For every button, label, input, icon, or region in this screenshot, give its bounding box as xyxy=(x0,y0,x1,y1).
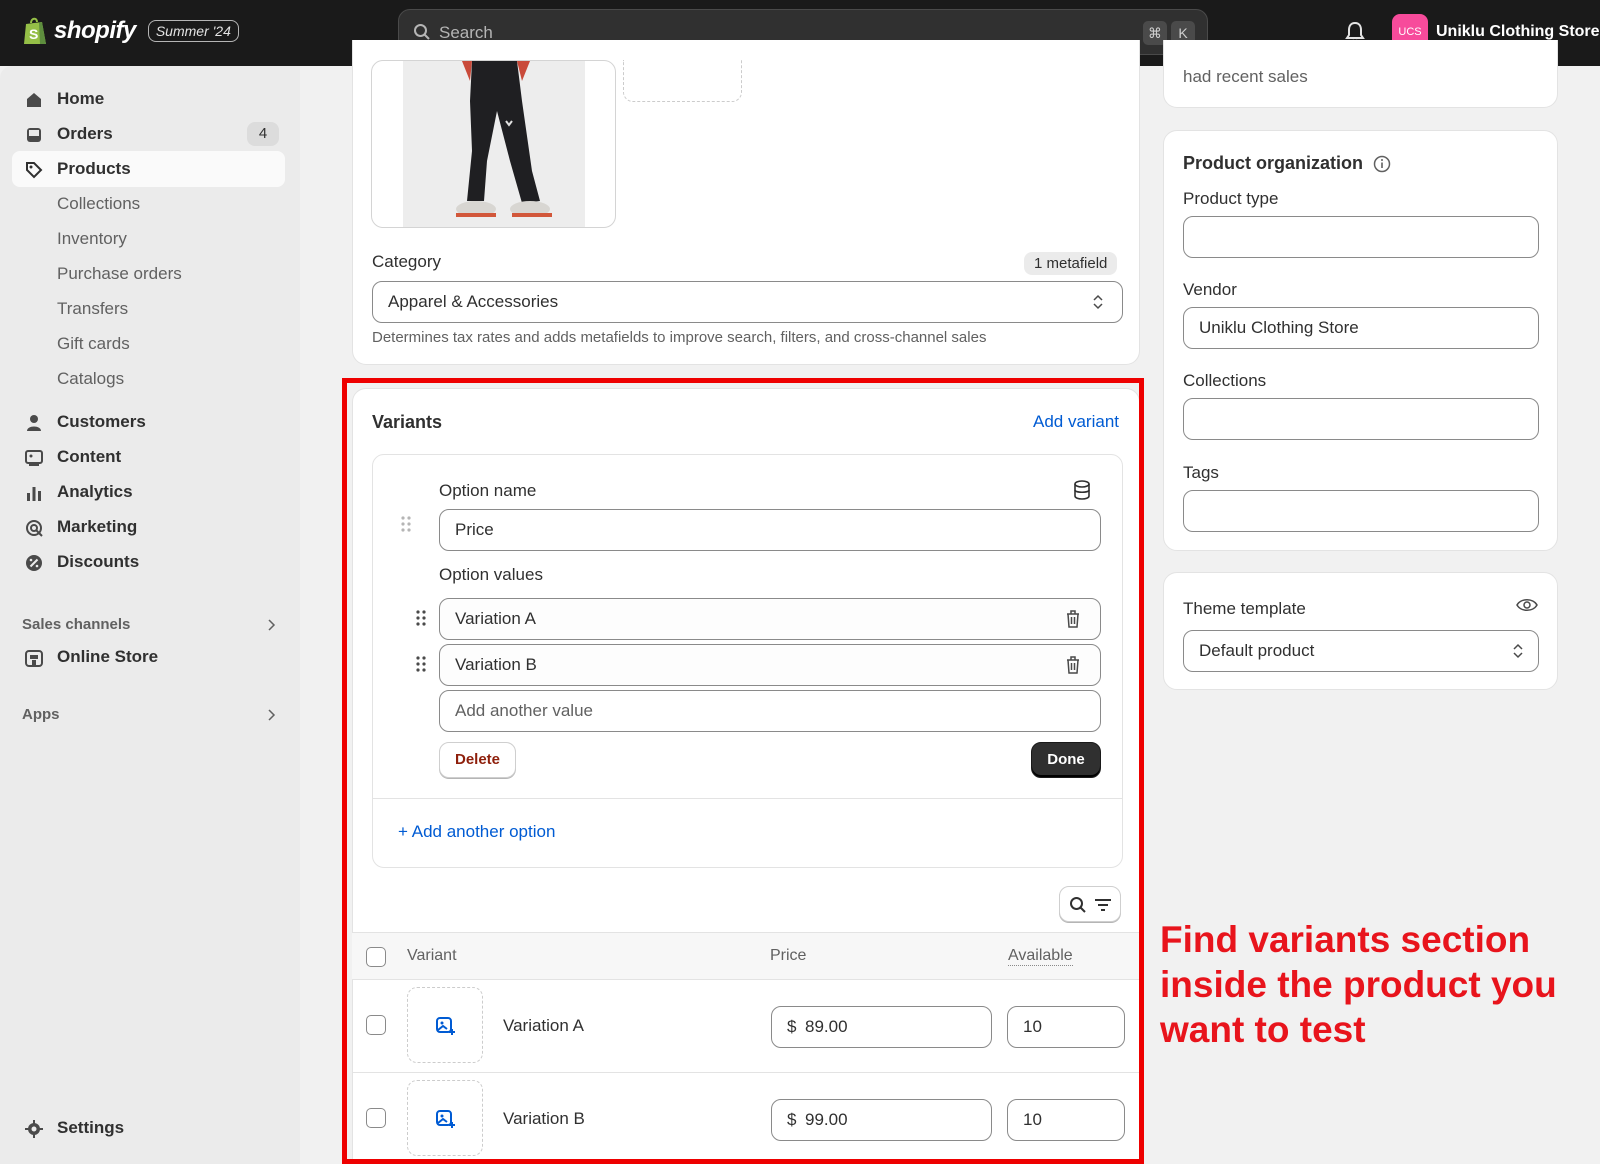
annotation-text: Find variants section inside the product… xyxy=(1160,919,1557,1050)
product-type-label: Product type xyxy=(1183,189,1279,208)
vendor-input[interactable]: Uniklu Clothing Store xyxy=(1183,307,1539,349)
sidebar-item-label: Settings xyxy=(57,1118,125,1137)
svg-text:S: S xyxy=(29,26,38,42)
orders-icon xyxy=(27,128,41,142)
theme-template-card: Theme template Default product xyxy=(1163,572,1558,690)
add-media-placeholder[interactable] xyxy=(623,60,742,102)
content-icon xyxy=(25,450,43,466)
brand-name: shopify xyxy=(54,17,136,44)
category-select[interactable]: Apparel & Accessories xyxy=(372,281,1123,323)
search-icon xyxy=(414,24,430,40)
target-icon xyxy=(26,520,43,537)
sidebar-item-customers[interactable]: Customers xyxy=(12,404,285,440)
sidebar-item-collections[interactable]: Collections xyxy=(12,186,285,222)
eye-icon[interactable] xyxy=(1516,597,1538,613)
theme-template-value: Default product xyxy=(1199,641,1315,660)
sidebar-item-label: Discounts xyxy=(57,552,140,571)
sidebar-item-label: Customers xyxy=(57,412,146,431)
chevron-right-icon[interactable] xyxy=(266,708,276,722)
product-type-input[interactable] xyxy=(1183,216,1539,258)
sidebar-item-label: Collections xyxy=(57,194,141,213)
category-help-text: Determines tax rates and adds metafields… xyxy=(372,329,987,346)
vendor-value: Uniklu Clothing Store xyxy=(1199,318,1359,337)
sidebar-item-label: Marketing xyxy=(57,517,138,536)
sidebar: Home Orders 4 Products Collections Inven… xyxy=(0,66,300,1164)
sidebar-item-orders[interactable]: Orders 4 xyxy=(12,116,285,152)
sidebar-item-label: Home xyxy=(57,89,105,108)
sidebar-item-label: Catalogs xyxy=(57,369,125,388)
sidebar-item-label: Inventory xyxy=(57,229,127,248)
bar-chart-icon xyxy=(27,487,41,501)
tags-label: Tags xyxy=(1183,463,1219,482)
sidebar-item-content[interactable]: Content xyxy=(12,439,285,475)
shopify-bag-icon: S xyxy=(24,17,46,44)
sidebar-item-marketing[interactable]: Marketing xyxy=(12,509,285,545)
annotation-highlight-box xyxy=(342,378,1144,1164)
product-image[interactable] xyxy=(371,60,616,228)
sidebar-item-label: Products xyxy=(57,159,131,178)
sidebar-item-label: Analytics xyxy=(57,482,133,501)
sidebar-item-analytics[interactable]: Analytics xyxy=(12,474,285,510)
product-organization-card: Product organization Product type Vendor… xyxy=(1163,130,1558,551)
sidebar-item-discounts[interactable]: Discounts xyxy=(12,544,285,580)
sidebar-item-settings[interactable]: Settings xyxy=(12,1110,285,1146)
product-photo xyxy=(403,61,585,227)
collections-input[interactable] xyxy=(1183,398,1539,440)
chevron-right-icon[interactable] xyxy=(266,618,276,632)
category-value: Apparel & Accessories xyxy=(388,292,559,311)
recent-sales-text: had recent sales xyxy=(1183,67,1308,86)
sidebar-item-label: Transfers xyxy=(57,299,129,318)
sidebar-item-label: Gift cards xyxy=(57,334,130,353)
shopify-logo[interactable]: S shopify Summer '24 xyxy=(22,16,239,46)
theme-template-select[interactable]: Default product xyxy=(1183,630,1539,672)
sidebar-item-label: Online Store xyxy=(57,647,159,666)
product-organization-title: Product organization xyxy=(1183,153,1363,173)
insights-card: had recent sales xyxy=(1163,40,1558,108)
orders-count-badge: 4 xyxy=(247,122,279,146)
vendor-label: Vendor xyxy=(1183,280,1237,299)
select-chevrons-icon xyxy=(1093,294,1103,310)
category-label: Category xyxy=(372,252,441,271)
apps-heading[interactable]: Apps xyxy=(22,706,60,723)
sidebar-item-label: Purchase orders xyxy=(57,264,182,283)
metafield-pill[interactable]: 1 metafield xyxy=(1024,252,1118,275)
sidebar-item-inventory[interactable]: Inventory xyxy=(12,221,285,257)
person-icon xyxy=(27,415,41,431)
sidebar-item-label: Orders xyxy=(57,124,113,143)
home-icon xyxy=(27,93,41,107)
sidebar-item-online-store[interactable]: Online Store xyxy=(12,639,285,675)
store-name: Uniklu Clothing Store xyxy=(1436,23,1600,40)
sidebar-item-home[interactable]: Home xyxy=(12,81,285,117)
sidebar-item-purchase-orders[interactable]: Purchase orders xyxy=(12,256,285,292)
info-icon[interactable] xyxy=(1373,155,1391,173)
tag-icon xyxy=(26,162,43,179)
sidebar-item-products[interactable]: Products xyxy=(12,151,285,187)
theme-template-label: Theme template xyxy=(1183,599,1306,618)
sidebar-item-transfers[interactable]: Transfers xyxy=(12,291,285,327)
edition-badge[interactable]: Summer '24 xyxy=(147,20,239,42)
sales-channels-heading[interactable]: Sales channels xyxy=(22,616,130,633)
tags-input[interactable] xyxy=(1183,490,1539,532)
sidebar-item-gift-cards[interactable]: Gift cards xyxy=(12,326,285,362)
sidebar-item-catalogs[interactable]: Catalogs xyxy=(12,361,285,397)
select-chevrons-icon xyxy=(1513,643,1523,659)
collections-label: Collections xyxy=(1183,371,1267,390)
sidebar-item-label: Content xyxy=(57,447,122,466)
store-icon xyxy=(25,650,43,667)
gear-icon xyxy=(25,1120,43,1138)
discount-icon xyxy=(26,555,42,571)
